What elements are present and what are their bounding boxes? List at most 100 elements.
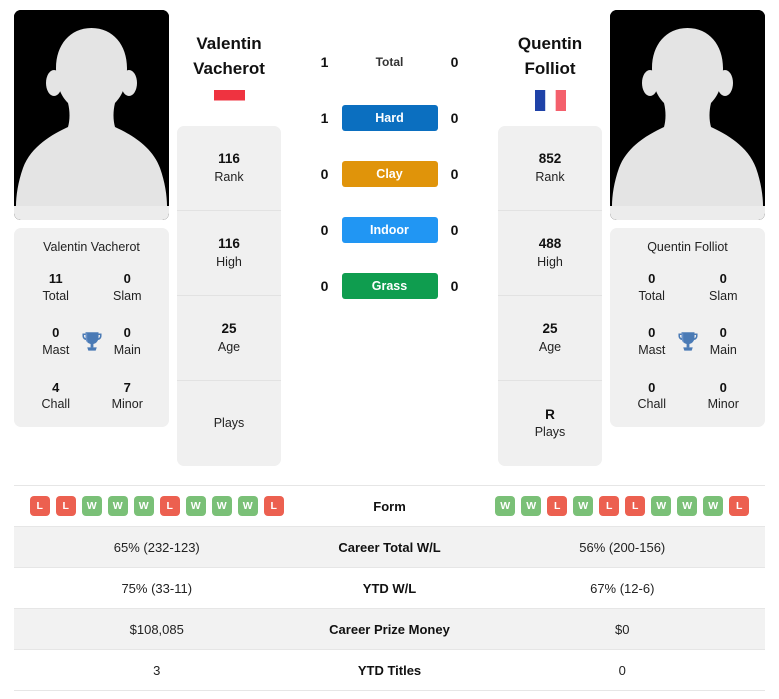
ytd-wl-left: 75% (33-11) <box>121 580 193 596</box>
h2h-grass-chip[interactable]: Grass <box>341 273 438 299</box>
career-total-wl-right: 56% (200-156) <box>579 539 666 555</box>
row-label-career-total-wl: Career Total W/L <box>338 539 441 555</box>
right-form-badge: W <box>651 496 672 516</box>
h2h-hard-chip[interactable]: Hard <box>341 105 438 131</box>
h2h-clay-label-wrap: Clay <box>341 161 438 187</box>
right-form-badge: W <box>495 496 516 516</box>
left-form-badge: W <box>81 496 102 516</box>
left-info-rank: 116 Rank <box>177 126 281 212</box>
left-titles-minor: 7 Minor <box>92 379 164 413</box>
left-titles-chall: 4 Chall <box>20 379 92 413</box>
right-form-badge: W <box>573 496 594 516</box>
form-left-cell: LLWWWLWWWL <box>14 496 300 516</box>
right-form-badge: W <box>521 496 542 516</box>
h2h-indoor-chip[interactable]: Indoor <box>341 217 438 243</box>
left-titles-grid: 11 Total 0 Slam 0 Mast 0 Main 4 Chall 7 … <box>20 270 163 413</box>
right-titles-chall: 0 Chall <box>616 379 688 413</box>
left-form-badge: L <box>263 496 284 516</box>
left-info-rank-label: Rank <box>214 169 244 184</box>
h2h-indoor-left-score: 0 <box>320 222 329 238</box>
right-titles-total-label: Total <box>638 288 665 303</box>
h2h-row-grass: 0 Grass 0 <box>295 258 484 314</box>
right-info-age-label: Age <box>538 339 562 354</box>
row-label-career-prize-money: Career Prize Money <box>329 621 450 637</box>
left-info-age: 25 Age <box>177 296 281 382</box>
france-flag-icon <box>534 90 566 112</box>
left-player-name-line1: Valentin <box>196 34 262 53</box>
left-titles-total-label: Total <box>42 288 69 303</box>
h2h-hard-left-score: 1 <box>320 110 329 126</box>
right-form-badge: L <box>625 496 646 516</box>
player-comparison-page: Valentin Vacherot 11 Total 0 Slam 0 Mast <box>0 0 779 699</box>
table-row-ytd-wl: 75% (33-11) YTD W/L 67% (12-6) <box>14 568 765 609</box>
h2h-total-right-score: 0 <box>450 54 459 70</box>
monaco-flag-icon <box>213 90 245 112</box>
table-row-ytd-titles: 3 YTD Titles 0 <box>14 650 765 691</box>
comparison-stats-table: LLWWWLWWWL Form WWLWLLWWWL 65% (232-123)… <box>14 485 765 691</box>
h2h-total-label-wrap: Total <box>342 53 438 71</box>
left-form-badge: L <box>159 496 180 516</box>
left-player-info-column: Valentin Vacherot 116 Rank 116 High 25 A… <box>169 10 289 467</box>
right-form-badge: W <box>677 496 698 516</box>
left-titles-slam-value: 0 <box>123 271 131 286</box>
table-row-career-total-wl: 65% (232-123) Career Total W/L 56% (200-… <box>14 527 765 568</box>
h2h-grass-label-wrap: Grass <box>341 273 438 299</box>
right-info-high-label: High <box>537 254 563 269</box>
left-form-badge: W <box>107 496 128 516</box>
left-form-badges: LLWWWLWWWL <box>14 496 300 516</box>
h2h-clay-chip[interactable]: Clay <box>341 161 438 187</box>
row-label-ytd-titles: YTD Titles <box>357 662 422 678</box>
ytd-titles-right: 0 <box>618 662 626 678</box>
left-info-plays-label: Plays <box>213 416 245 431</box>
left-titles-total: 11 Total <box>20 270 92 304</box>
h2h-hard-label-wrap: Hard <box>341 105 438 131</box>
right-titles-minor: 0 Minor <box>688 379 760 413</box>
h2h-row-hard: 1 Hard 0 <box>295 90 484 146</box>
right-titles-total-value: 0 <box>648 271 656 286</box>
left-titles-player-name: Valentin Vacherot <box>43 240 140 254</box>
right-titles-card: Quentin Folliot 0 Total 0 Slam 0 Mast 0 … <box>610 228 765 428</box>
player-avatar-placeholder-icon <box>610 10 765 220</box>
h2h-clay-left-score: 0 <box>320 166 329 182</box>
left-player-flag-wrap <box>177 90 281 112</box>
right-player-name: Quentin Folliot <box>498 32 602 81</box>
left-titles-minor-label: Minor <box>111 397 143 412</box>
right-form-badge: L <box>599 496 620 516</box>
left-info-age-value: 25 <box>221 321 237 337</box>
right-player-info-column: Quentin Folliot 852 Rank 488 High 25 Age… <box>490 10 610 467</box>
left-info-high: 116 High <box>177 211 281 297</box>
right-titles-chall-value: 0 <box>648 379 656 395</box>
left-titles-card: Valentin Vacherot 11 Total 0 Slam 0 Mast <box>14 228 169 428</box>
left-titles-slam: 0 Slam <box>92 270 164 304</box>
right-info-plays-label: Plays <box>534 425 566 440</box>
trophy-icon-svg <box>677 331 698 351</box>
left-info-rank-value: 116 <box>218 151 240 167</box>
row-label-form: Form <box>373 498 406 514</box>
left-titles-chall-label: Chall <box>41 397 71 412</box>
h2h-row-clay: 0 Clay 0 <box>295 146 484 202</box>
right-titles-minor-value: 0 <box>719 379 727 395</box>
top-comparison-area: Valentin Vacherot 11 Total 0 Slam 0 Mast <box>0 0 779 467</box>
right-info-rank: 852 Rank <box>498 126 602 212</box>
right-form-badge: L <box>547 496 568 516</box>
career-prize-money-left: $108,085 <box>129 621 184 637</box>
left-form-badge: W <box>237 496 258 516</box>
right-player-info-card: 852 Rank 488 High 25 Age R Plays <box>498 126 602 467</box>
left-form-badge: W <box>211 496 232 516</box>
right-titles-grid: 0 Total 0 Slam 0 Mast 0 Main 0 Chall 0 M… <box>616 270 759 413</box>
h2h-row-total: 1 Total 0 <box>295 34 484 90</box>
h2h-total-left-score: 1 <box>320 54 329 70</box>
right-form-badges: WWLWLLWWWL <box>480 496 766 516</box>
h2h-grass-right-score: 0 <box>450 278 459 294</box>
left-form-badge: L <box>55 496 76 516</box>
h2h-indoor-right-score: 0 <box>450 222 459 238</box>
h2h-hard-right-score: 0 <box>450 110 459 126</box>
right-titles-total: 0 Total <box>616 270 688 304</box>
right-player-name-line2: Folliot <box>524 58 576 78</box>
right-player-avatar <box>610 10 765 220</box>
player-avatar-placeholder-icon <box>14 10 169 220</box>
right-titles-slam-label: Slam <box>709 288 738 303</box>
left-info-plays: Plays <box>177 381 281 466</box>
right-titles-slam-value: 0 <box>719 271 727 286</box>
right-info-plays: R Plays <box>498 381 602 466</box>
